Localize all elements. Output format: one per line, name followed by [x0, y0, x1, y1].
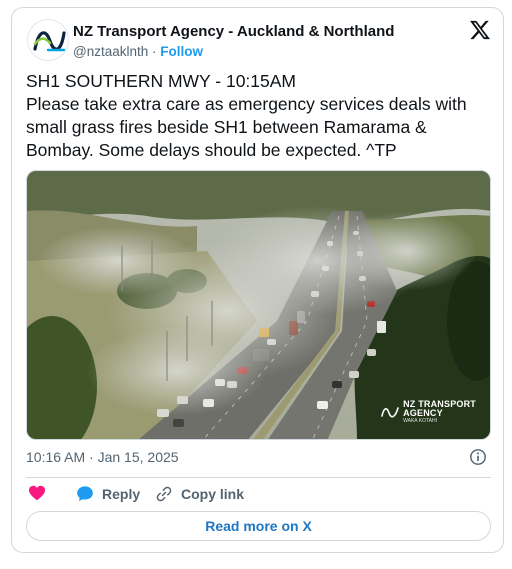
- post-image[interactable]: NZ TRANSPORT AGENCY WAKA KOTAHI: [26, 170, 491, 440]
- account-name[interactable]: NZ Transport Agency - Auckland & Northla…: [73, 23, 394, 40]
- post-timestamp[interactable]: 10:16 AM · Jan 15, 2025: [26, 449, 179, 465]
- x-logo-icon[interactable]: [469, 20, 491, 40]
- handle-separator: ·: [148, 44, 161, 59]
- link-icon: [156, 486, 172, 502]
- read-more-button[interactable]: Read more on X: [26, 511, 491, 541]
- handle-row: @nztaaklnth · Follow: [73, 44, 203, 59]
- watermark-text: AGENCY: [403, 408, 443, 418]
- post-text: SH1 SOUTHERN MWY - 10:15AM Please take e…: [26, 70, 491, 162]
- agency-logo-icon: [33, 31, 66, 52]
- account-handle[interactable]: @nztaaklnth: [73, 44, 148, 59]
- post-text-line: small grass fires beside SH1 between Ram…: [26, 117, 427, 137]
- follow-button[interactable]: Follow: [160, 44, 203, 59]
- embedded-post-card: NZ Transport Agency - Auckland & Northla…: [11, 7, 504, 553]
- reply-button[interactable]: Reply: [76, 485, 140, 502]
- copy-link-label: Copy link: [181, 486, 245, 502]
- heart-icon: [29, 485, 45, 501]
- reply-bubble-icon: [77, 486, 93, 501]
- info-icon[interactable]: [469, 448, 487, 466]
- account-avatar[interactable]: [27, 19, 69, 61]
- post-text-line: Please take extra care as emergency serv…: [26, 94, 467, 114]
- watermark-subtext: WAKA KOTAHI: [403, 418, 437, 424]
- divider: [26, 477, 491, 478]
- post-text-line: SH1 SOUTHERN MWY - 10:15AM: [26, 71, 297, 91]
- post-text-line: Bombay. Some delays should be expected. …: [26, 140, 397, 160]
- like-button[interactable]: [28, 485, 54, 501]
- reply-label: Reply: [102, 485, 141, 502]
- agency-logo-icon: [381, 407, 399, 418]
- agency-watermark: NZ TRANSPORT AGENCY WAKA KOTAHI: [381, 400, 476, 424]
- copy-link-button[interactable]: Copy link: [155, 485, 244, 503]
